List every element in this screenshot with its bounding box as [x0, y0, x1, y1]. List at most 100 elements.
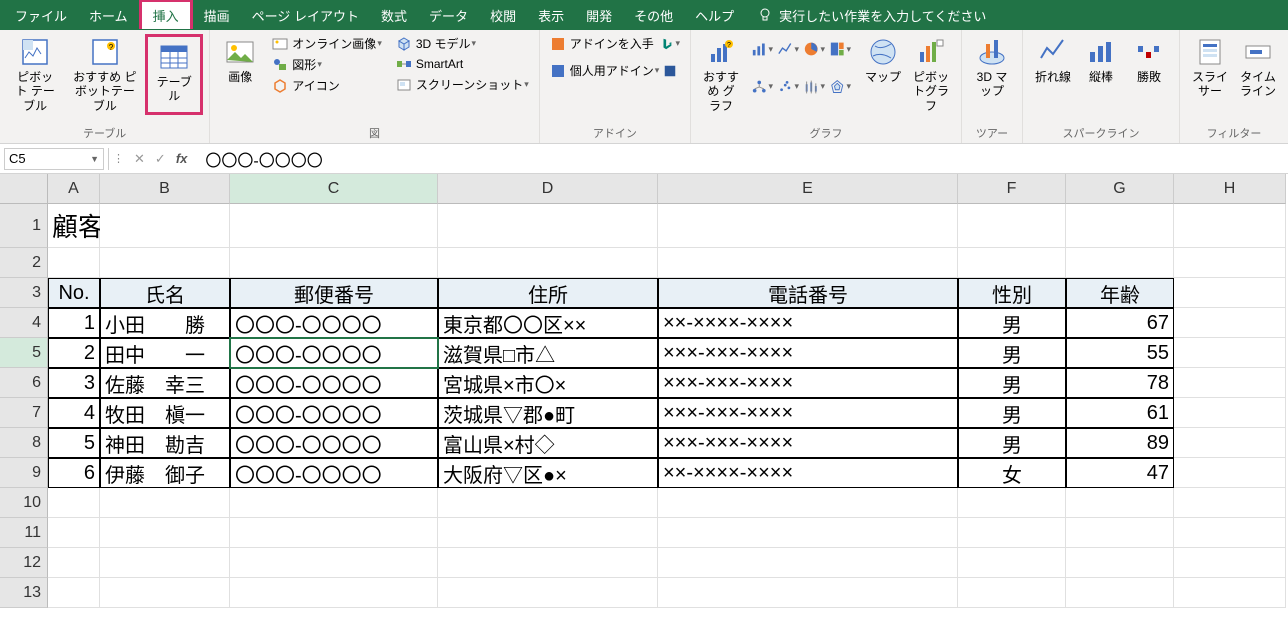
row-header-10[interactable]: 10: [0, 488, 48, 518]
line-chart-icon[interactable]: ▾: [777, 38, 799, 60]
table-cell-sex[interactable]: 男: [958, 368, 1066, 398]
cell-D13[interactable]: [438, 578, 658, 608]
cell-F13[interactable]: [958, 578, 1066, 608]
row-header-4[interactable]: 4: [0, 308, 48, 338]
pivot-table-button[interactable]: ピボット テーブル: [6, 34, 64, 115]
cell-H12[interactable]: [1174, 548, 1286, 578]
row-header-9[interactable]: 9: [0, 458, 48, 488]
table-header-addr[interactable]: 住所: [438, 278, 658, 308]
column-header-G[interactable]: G: [1066, 174, 1174, 204]
cell-E11[interactable]: [658, 518, 958, 548]
3d-model-button[interactable]: 3D モデル▾: [392, 34, 533, 53]
table-cell-name[interactable]: 小田 勝: [100, 308, 230, 338]
menu-tab-その他[interactable]: その他: [623, 0, 684, 30]
cell-B13[interactable]: [100, 578, 230, 608]
cell-A11[interactable]: [48, 518, 100, 548]
cell-F2[interactable]: [958, 248, 1066, 278]
table-cell-zip[interactable]: 〇〇〇-〇〇〇〇: [230, 458, 438, 488]
table-button[interactable]: テーブル: [150, 39, 198, 106]
column-header-F[interactable]: F: [958, 174, 1066, 204]
pie-chart-icon[interactable]: ▾: [803, 38, 825, 60]
cell-E1[interactable]: [658, 204, 958, 248]
cell-H6[interactable]: [1174, 368, 1286, 398]
shapes-button[interactable]: 図形▾: [268, 55, 386, 74]
table-cell-age[interactable]: 61: [1066, 398, 1174, 428]
row-header-5[interactable]: 5: [0, 338, 48, 368]
table-cell-tel[interactable]: ××-××××-××××: [658, 458, 958, 488]
online-image-button[interactable]: オンライン画像▾: [268, 34, 386, 53]
cell-G2[interactable]: [1066, 248, 1174, 278]
cell-F1[interactable]: [958, 204, 1066, 248]
hierarchy-chart-icon[interactable]: ▾: [751, 76, 773, 98]
icons-button[interactable]: アイコン: [268, 76, 386, 95]
cell-G10[interactable]: [1066, 488, 1174, 518]
recommend-pivot-button[interactable]: ? おすすめ ピボットテーブル: [64, 34, 145, 115]
table-cell-age[interactable]: 89: [1066, 428, 1174, 458]
table-cell-sex[interactable]: 男: [958, 338, 1066, 368]
cell-C12[interactable]: [230, 548, 438, 578]
menu-tab-開発[interactable]: 開発: [575, 0, 623, 30]
cell-C13[interactable]: [230, 578, 438, 608]
table-cell-age[interactable]: 55: [1066, 338, 1174, 368]
cell-H13[interactable]: [1174, 578, 1286, 608]
row-header-6[interactable]: 6: [0, 368, 48, 398]
cell-E13[interactable]: [658, 578, 958, 608]
row-header-13[interactable]: 13: [0, 578, 48, 608]
row-header-3[interactable]: 3: [0, 278, 48, 308]
row-header-11[interactable]: 11: [0, 518, 48, 548]
cell-H11[interactable]: [1174, 518, 1286, 548]
menu-tab-ヘルプ[interactable]: ヘルプ: [684, 0, 745, 30]
cell-E10[interactable]: [658, 488, 958, 518]
table-cell-tel[interactable]: ×××-×××-××××: [658, 398, 958, 428]
table-cell-sex[interactable]: 男: [958, 308, 1066, 338]
cell-A12[interactable]: [48, 548, 100, 578]
table-cell-zip[interactable]: 〇〇〇-〇〇〇〇: [230, 368, 438, 398]
table-cell-no[interactable]: 1: [48, 308, 100, 338]
table-cell-addr[interactable]: 宮城県×市〇×: [438, 368, 658, 398]
cell-E2[interactable]: [658, 248, 958, 278]
enter-formula-button[interactable]: ✓: [155, 151, 166, 167]
table-cell-sex[interactable]: 女: [958, 458, 1066, 488]
cell-D12[interactable]: [438, 548, 658, 578]
pivotchart-button[interactable]: ピボットグラフ: [907, 34, 955, 115]
row-header-8[interactable]: 8: [0, 428, 48, 458]
table-cell-zip[interactable]: 〇〇〇-〇〇〇〇: [230, 308, 438, 338]
cell-B10[interactable]: [100, 488, 230, 518]
cell-C2[interactable]: [230, 248, 438, 278]
cell-A10[interactable]: [48, 488, 100, 518]
formula-input[interactable]: 〇〇〇-〇〇〇〇: [197, 147, 1284, 171]
cell-H2[interactable]: [1174, 248, 1286, 278]
column-header-E[interactable]: E: [658, 174, 958, 204]
table-cell-addr[interactable]: 東京都〇〇区××: [438, 308, 658, 338]
table-cell-addr[interactable]: 茨城県▽郡●町: [438, 398, 658, 428]
table-cell-name[interactable]: 田中 一: [100, 338, 230, 368]
row-header-12[interactable]: 12: [0, 548, 48, 578]
sparkline-winloss-button[interactable]: 勝敗: [1125, 34, 1173, 86]
column-header-C[interactable]: C: [230, 174, 438, 204]
table-cell-no[interactable]: 6: [48, 458, 100, 488]
cell-H4[interactable]: [1174, 308, 1286, 338]
table-header-name[interactable]: 氏名: [100, 278, 230, 308]
table-cell-sex[interactable]: 男: [958, 428, 1066, 458]
table-cell-name[interactable]: 伊藤 御子: [100, 458, 230, 488]
table-header-tel[interactable]: 電話番号: [658, 278, 958, 308]
cell-C11[interactable]: [230, 518, 438, 548]
table-header-no[interactable]: No.: [48, 278, 100, 308]
my-addins-button[interactable]: 個人用アドイン▾: [546, 61, 684, 80]
menu-tab-ファイル[interactable]: ファイル: [4, 0, 78, 30]
table-cell-zip[interactable]: 〇〇〇-〇〇〇〇: [230, 338, 438, 368]
cell-D1[interactable]: [438, 204, 658, 248]
cell-C1[interactable]: [230, 204, 438, 248]
cell-B12[interactable]: [100, 548, 230, 578]
menu-tab-挿入[interactable]: 挿入: [139, 0, 193, 29]
cell-E12[interactable]: [658, 548, 958, 578]
cell-B2[interactable]: [100, 248, 230, 278]
table-cell-zip[interactable]: 〇〇〇-〇〇〇〇: [230, 398, 438, 428]
cell-G13[interactable]: [1066, 578, 1174, 608]
slicer-button[interactable]: スライサー: [1186, 34, 1234, 101]
cancel-formula-button[interactable]: ✕: [134, 151, 145, 167]
3d-map-button[interactable]: 3D マップ: [968, 34, 1016, 101]
table-cell-name[interactable]: 神田 勘吉: [100, 428, 230, 458]
recommend-chart-button[interactable]: ? おすすめ グラフ: [697, 34, 745, 115]
insert-function-button[interactable]: fx: [176, 151, 188, 166]
